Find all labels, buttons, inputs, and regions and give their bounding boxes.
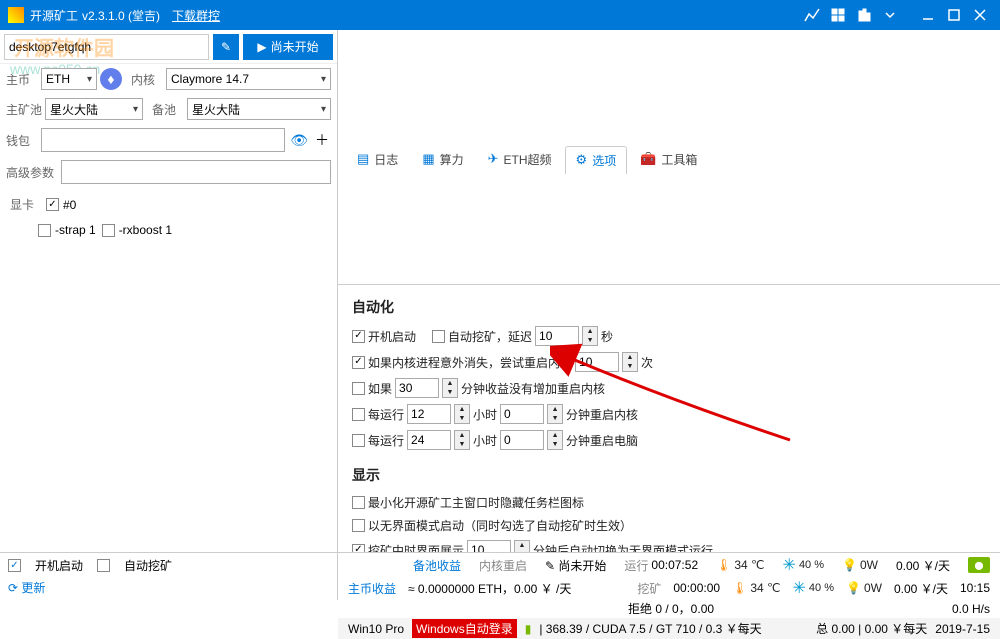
pool-select[interactable]: 星火大陆	[45, 98, 143, 120]
auto-login-badge[interactable]: Windows自动登录	[412, 619, 517, 638]
power-icon: 💡 0W	[842, 558, 878, 572]
add-wallet-icon[interactable]: ＋	[313, 130, 331, 150]
kernel-crash-input[interactable]	[575, 352, 619, 372]
kernel-crash-checkbox[interactable]	[352, 356, 365, 369]
restart-pc-checkbox[interactable]	[352, 434, 365, 447]
strap-checkbox[interactable]	[38, 224, 51, 237]
app-icon	[8, 7, 24, 23]
kernel-label: 内核	[131, 71, 163, 88]
pool-label: 主矿池	[6, 101, 42, 118]
hours1-input[interactable]	[407, 404, 451, 424]
auto-title: 自动化	[352, 297, 986, 317]
toolbox-icon: 🧰	[640, 151, 656, 167]
mins1-input[interactable]	[500, 404, 544, 424]
maximize-button[interactable]	[942, 5, 966, 25]
eth-icon: ♦	[100, 68, 122, 90]
edit-hostname-button[interactable]: ✎	[213, 34, 239, 60]
mins2-input[interactable]	[500, 430, 544, 450]
main-coin-link[interactable]: 主币收益	[348, 580, 396, 597]
spinner[interactable]: ▲▼	[582, 326, 598, 346]
advanced-input[interactable]	[61, 160, 331, 184]
strap-label: -strap 1	[55, 223, 96, 237]
coin-label: 主币	[6, 71, 38, 88]
advanced-label: 高级参数	[6, 164, 58, 181]
bottom-panel: 开机启动 自动挖矿 ⟳ 更新 备池收益 内核重启 ✎ 尚未开始 运行 00:07…	[0, 552, 1000, 600]
backup-profit-link[interactable]: 备池收益	[413, 557, 461, 574]
auto-mine-delay-input[interactable]	[535, 326, 579, 346]
temp-icon: 🌡 34 ℃	[716, 558, 764, 572]
options-content: 自动化 开机启动 自动挖矿，延迟 ▲▼ 秒 如果内核进程意外消失，尝试重启内核 …	[338, 285, 1000, 552]
eye-icon[interactable]: 👁	[288, 132, 310, 149]
hashrate-icon: ▦	[422, 151, 434, 167]
app-name: 开源矿工	[30, 7, 78, 24]
bottom-automine-checkbox[interactable]	[97, 559, 110, 572]
tab-hashrate[interactable]: ▦算力	[411, 145, 474, 173]
restart-kernel-checkbox[interactable]	[352, 408, 365, 421]
gpu0-checkbox[interactable]	[46, 198, 59, 211]
tab-log[interactable]: ▤日志	[346, 145, 409, 173]
rxboost-label: -rxboost 1	[119, 223, 172, 237]
app-version: v2.3.1.0 (堂吉)	[82, 7, 160, 24]
mining-ui-input[interactable]	[467, 540, 511, 552]
minimize-hide-checkbox[interactable]	[352, 496, 365, 509]
gpu0-label: #0	[63, 198, 76, 212]
rxboost-checkbox[interactable]	[102, 224, 115, 237]
tabs: ▤日志 ▦算力 ✈ETH超频 ⚙选项 🧰工具箱	[338, 30, 1000, 285]
bottom-boot-checkbox[interactable]	[8, 559, 21, 572]
backup-pool-label: 备池	[152, 101, 184, 118]
start-button[interactable]: ▶ 尚未开始	[243, 34, 333, 60]
minimize-button[interactable]	[916, 5, 940, 25]
plane-icon: ✈	[488, 151, 499, 167]
main: ✎ ▶ 尚未开始 主币 ETH ♦ 内核 Claymore 14.7 主矿池 星…	[0, 30, 1000, 552]
nvidia-badge: ⬤	[968, 557, 990, 573]
wallet-input[interactable]	[41, 128, 285, 152]
gear-icon: ⚙	[576, 152, 588, 168]
update-link[interactable]: 更新	[21, 581, 45, 595]
boot-start-checkbox[interactable]	[352, 330, 365, 343]
download-link[interactable]: 下载群控	[172, 7, 220, 24]
kernel-restart-label: 内核重启	[479, 557, 527, 574]
wallet-label: 钱包	[6, 132, 38, 149]
kernel-select[interactable]: Claymore 14.7	[166, 68, 331, 90]
coin-select[interactable]: ETH	[41, 68, 97, 90]
profit-minutes-input[interactable]	[395, 378, 439, 398]
hours2-input[interactable]	[407, 430, 451, 450]
auto-mine-checkbox[interactable]	[432, 330, 445, 343]
fan-icon: ✳ 40 %	[783, 555, 824, 575]
tab-eth-oc[interactable]: ✈ETH超频	[477, 145, 563, 173]
titlebar: 开源矿工 v2.3.1.0 (堂吉) 下载群控	[0, 0, 1000, 30]
headless-checkbox[interactable]	[352, 519, 365, 532]
log-icon: ▤	[357, 151, 369, 167]
chevron-down-icon[interactable]	[878, 5, 902, 25]
hostname-input[interactable]	[4, 34, 209, 60]
close-button[interactable]	[968, 5, 992, 25]
tab-toolbox[interactable]: 🧰工具箱	[629, 145, 708, 173]
mining-ui-checkbox[interactable]	[352, 544, 365, 553]
chart-icon[interactable]	[800, 5, 824, 25]
left-panel: ✎ ▶ 尚未开始 主币 ETH ♦ 内核 Claymore 14.7 主矿池 星…	[0, 30, 338, 552]
profit-restart-checkbox[interactable]	[352, 382, 365, 395]
backup-pool-select[interactable]: 星火大陆	[187, 98, 331, 120]
display-title: 显示	[352, 465, 986, 485]
tab-options[interactable]: ⚙选项	[565, 146, 628, 174]
grid-icon[interactable]	[826, 5, 850, 25]
building-icon[interactable]	[852, 5, 876, 25]
gpu-label: 显卡	[10, 196, 42, 213]
